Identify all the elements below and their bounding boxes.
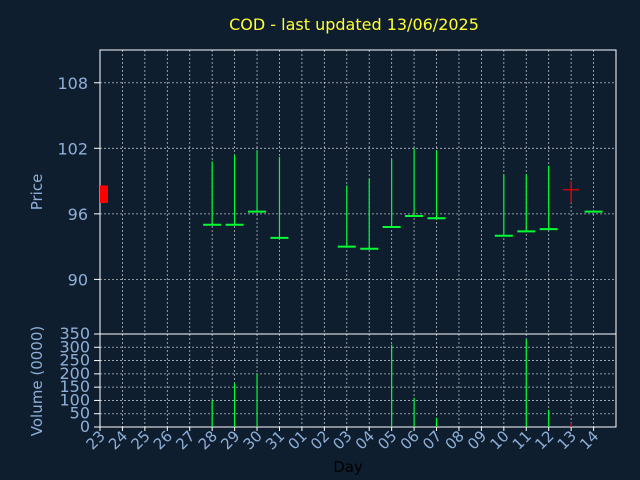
price-tick-label: 108	[57, 74, 88, 93]
chart-title: COD - last updated 13/06/2025	[229, 15, 479, 34]
volume-axis-label: Volume (0000)	[28, 326, 46, 436]
price-panel: 90 96 102 108	[57, 49, 617, 335]
x-tick-label: 14	[576, 427, 602, 453]
price-panel-frame	[99, 49, 617, 335]
volume-tick-label: 350	[59, 324, 90, 343]
volume-panel: 050100150200250300350	[59, 324, 617, 436]
x-axis-label: Day	[333, 458, 363, 476]
ohlc-chart: COD - last updated 13/06/2025 90 96 102 108…	[28, 15, 617, 476]
volume-panel-frame	[99, 333, 617, 428]
price-tick-label: 96	[68, 205, 88, 224]
price-axis-label: Price	[28, 174, 46, 211]
x-axis: 2324252627282930310102030405060708091011…	[83, 427, 602, 453]
price-tick-label: 102	[57, 139, 88, 158]
ohlc-marker-23	[100, 185, 108, 203]
price-tick-label: 90	[68, 270, 88, 289]
